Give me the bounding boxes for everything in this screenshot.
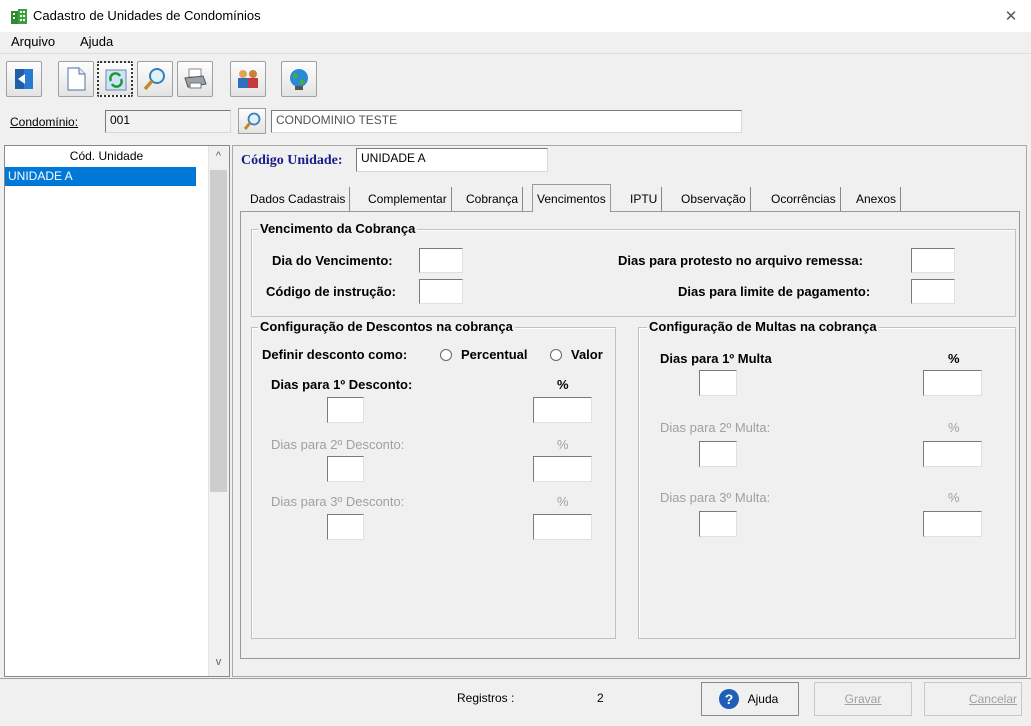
print-icon [184,68,207,89]
multa-3-label: Dias para 3º Multa: [660,490,771,505]
multa-2-dias-input[interactable] [699,441,737,467]
condominio-code-field[interactable]: 001 [105,110,231,133]
scroll-up-icon[interactable]: ^ [210,150,227,162]
help-icon: ? [718,688,740,710]
desconto-2-pct-input[interactable] [533,456,592,482]
cancelar-button[interactable]: Cancelar [924,682,1022,716]
multa-3-pct-input[interactable] [923,511,982,537]
desconto-2-label: Dias para 2º Desconto: [271,437,405,452]
condominio-name-field: CONDOMINIO TESTE [271,110,742,133]
desconto-1-pct-input[interactable] [533,397,592,423]
tab-cobranca[interactable]: Cobrança [462,187,524,211]
svg-text:?: ? [725,691,734,707]
tab-anexos[interactable]: Anexos [852,187,902,211]
registros-label: Registros : [457,691,515,705]
ajuda-button[interactable]: Ajuda [701,682,799,716]
dias-limite-label: Dias para limite de pagamento: [678,284,871,299]
tab-observacao[interactable]: Observação [677,187,751,211]
search-button[interactable] [137,61,173,97]
list-item[interactable]: UNIDADE A [5,167,196,186]
menu-ajuda[interactable]: Ajuda [80,34,113,49]
list-header-cod-unidade[interactable]: Cód. Unidade [5,146,208,166]
multa-2-pct-input[interactable] [923,441,982,467]
radio-percentual[interactable] [440,349,452,361]
radio-percentual-label[interactable]: Percentual [461,347,527,362]
desconto-3-label: Dias para 3º Desconto: [271,494,405,509]
codigo-instrucao-label: Código de instrução: [266,284,396,299]
radio-valor[interactable] [550,349,562,361]
dia-vencimento-label: Dia do Vencimento: [272,253,393,268]
scroll-thumb[interactable] [210,170,227,492]
desconto-2-dias-input[interactable] [327,456,364,482]
group-vencimento [251,229,1016,317]
new-button[interactable] [58,61,94,97]
multa-1-dias-input[interactable] [699,370,737,396]
multa-2-pct-label: % [948,420,960,435]
globe-button[interactable] [281,61,317,97]
desconto-1-pct-label: % [557,377,569,392]
tab-ocorrencias[interactable]: Ocorrências [767,187,841,211]
condominio-label: Condomínio: [10,115,79,129]
users-button[interactable] [230,61,266,97]
desconto-1-dias-input[interactable] [327,397,364,423]
new-document-icon [67,67,86,91]
menu-arquivo[interactable]: Arquivo [11,34,55,49]
scroll-down-icon[interactable]: v [210,656,227,668]
search-icon [243,112,261,130]
print-button[interactable] [177,61,213,97]
dia-vencimento-input[interactable] [419,248,463,273]
users-icon [238,70,258,88]
dias-limite-input[interactable] [911,279,955,304]
close-icon[interactable]: ✕ [1002,7,1020,25]
desconto-3-dias-input[interactable] [327,514,364,540]
multa-1-label: Dias para 1º Multa [660,351,772,366]
tab-complementar[interactable]: Complementar [364,187,452,211]
search-icon [143,68,165,91]
condominio-search-button[interactable] [238,108,266,134]
multa-1-pct-label: % [948,351,960,366]
codigo-instrucao-input[interactable] [419,279,463,304]
gravar-button[interactable]: Gravar [814,682,912,716]
multa-3-dias-input[interactable] [699,511,737,537]
definir-desconto-label: Definir desconto como: [262,347,408,362]
multa-3-pct-label: % [948,490,960,505]
menu-bar [0,32,1031,54]
multa-2-label: Dias para 2º Multa: [660,420,771,435]
globe-icon [290,69,308,90]
dias-protesto-label: Dias para protesto no arquivo remessa: [618,253,863,268]
desconto-3-pct-label: % [557,494,569,509]
exit-button[interactable] [6,61,42,97]
tab-dados-cadastrais[interactable]: Dados Cadastrais [246,187,351,211]
refresh-button[interactable] [97,61,133,97]
bottom-separator [0,678,1031,679]
desconto-3-pct-input[interactable] [533,514,592,540]
ajuda-label: Ajuda [747,692,779,706]
unit-list[interactable] [4,145,230,677]
radio-valor-label[interactable]: Valor [571,347,603,362]
registros-value: 2 [597,691,604,705]
group-vencimento-title: Vencimento da Cobrança [258,221,418,236]
desconto-1-label: Dias para 1º Desconto: [271,377,413,392]
exit-icon [15,69,33,89]
tab-iptu[interactable]: IPTU [626,187,663,211]
desconto-2-pct-label: % [557,437,569,452]
group-descontos [251,327,616,639]
dias-protesto-input[interactable] [911,248,955,273]
app-building-icon [10,8,28,25]
codigo-unidade-label: Código Unidade: [241,153,343,168]
tab-vencimentos[interactable]: Vencimentos [532,184,611,212]
refresh-icon [105,69,127,91]
multa-1-pct-input[interactable] [923,370,982,396]
codigo-unidade-field[interactable]: UNIDADE A [356,148,548,172]
window-title: Cadastro de Unidades de Condomínios [33,8,261,23]
group-multas-title: Configuração de Multas na cobrança [647,319,879,334]
group-descontos-title: Configuração de Descontos na cobrança [258,319,515,334]
